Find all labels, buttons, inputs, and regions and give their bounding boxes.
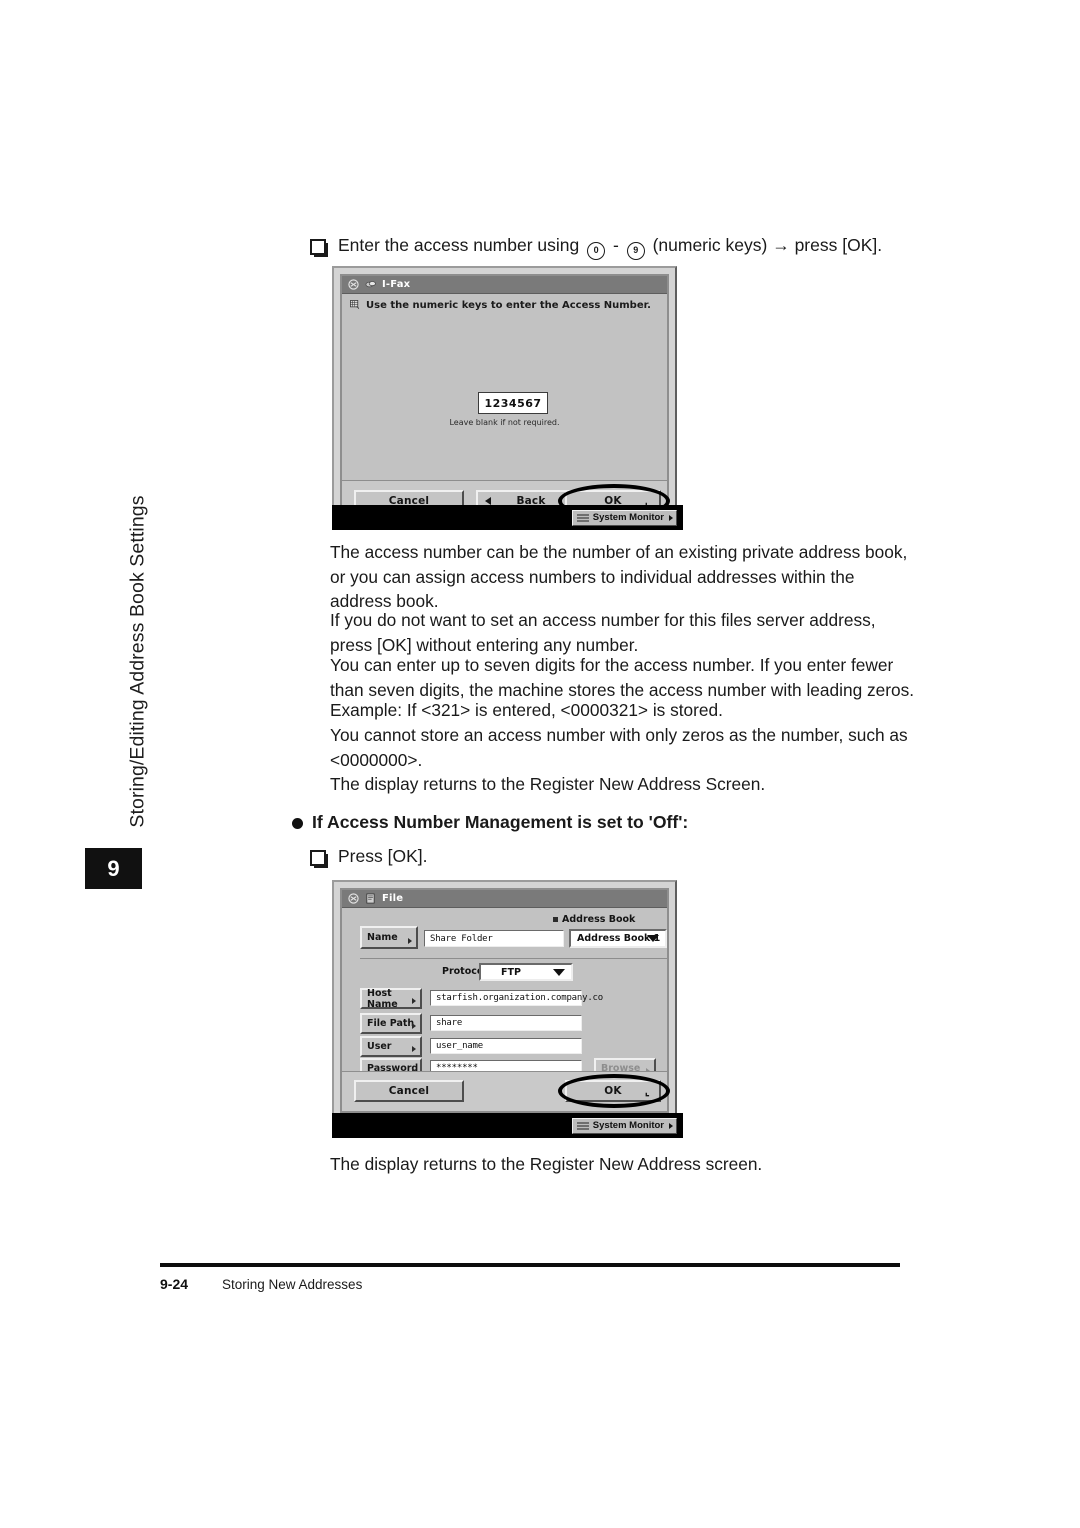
- paragraph-3: You can enter up to seven digits for the…: [330, 655, 915, 700]
- paragraph-5: You cannot store an access number with o…: [330, 725, 908, 770]
- screen1-message: Use the numeric keys to enter the Access…: [366, 300, 651, 311]
- paragraph-2: If you do not want to set an access numb…: [330, 610, 876, 655]
- square-marker-icon: [553, 917, 558, 922]
- address-book-select[interactable]: Address Book 1: [569, 929, 667, 948]
- enter-key-icon-2: ⌞: [644, 1084, 650, 1098]
- address-book-caption-label: Address Book: [562, 914, 636, 925]
- checkbox-bullet-icon: [310, 239, 326, 255]
- chapter-number-tab: 9: [85, 848, 142, 889]
- chapter-title-vertical: Storing/Editing Address Book Settings: [126, 495, 149, 828]
- ok-button-2-label: OK: [604, 1085, 622, 1097]
- screen2-content: Address Book Name Share Folder Address B…: [342, 908, 667, 1079]
- chevron-down-icon: [647, 935, 659, 942]
- chapter-number: 9: [107, 855, 120, 881]
- ifax-icon: [365, 281, 376, 288]
- file-path-key-button[interactable]: File Path: [360, 1013, 422, 1034]
- arrow-right-small-icon-sys2: [669, 1122, 673, 1129]
- file-folder-icon: [366, 893, 375, 904]
- footer-page-number: 9-24: [160, 1276, 189, 1292]
- system-monitor-button[interactable]: System Monitor: [571, 509, 677, 526]
- screen1-status-bar: System Monitor: [332, 505, 683, 530]
- address-book-caption: Address Book: [553, 914, 635, 925]
- user-key-label: User: [367, 1041, 392, 1052]
- screen2-status-bar: System Monitor: [332, 1113, 683, 1138]
- bullet-dot-icon: [292, 818, 303, 829]
- arrow-right-small-icon-path: [412, 1023, 416, 1029]
- screen1-message-row: Use the numeric keys to enter the Access…: [342, 294, 667, 311]
- screen2-button-bar: Cancel OK ⌞: [342, 1071, 670, 1111]
- paragraph-4: Example: If <321> is entered, <0000321> …: [330, 700, 723, 720]
- step-1-text-after: (numeric keys): [652, 235, 768, 255]
- lcd-inner-bezel: I-Fax Use the numeric keys to enter the …: [340, 274, 670, 524]
- system-monitor-icon-2: [576, 1121, 589, 1130]
- cancel-button-2[interactable]: Cancel: [354, 1080, 464, 1102]
- arrow-right-small-icon-user: [412, 1046, 416, 1052]
- access-number-hint: Leave blank if not required.: [449, 418, 560, 427]
- host-name-input[interactable]: starfish.organization.company.co: [430, 990, 603, 1006]
- system-monitor-icon: [576, 513, 589, 522]
- lcd-inner-bezel-2: File Address Book Name Share Folder Addr…: [340, 888, 670, 1113]
- screen2-title: File: [382, 893, 404, 904]
- screen1-title: I-Fax: [382, 279, 411, 290]
- screen2-titlebar: File: [342, 890, 667, 908]
- step-1-text-before: Enter the access number using: [338, 235, 580, 255]
- system-monitor-label: System Monitor: [592, 512, 664, 523]
- ok-button-2[interactable]: OK ⌞: [565, 1080, 661, 1102]
- arrow-right-small-icon-host: [412, 998, 416, 1004]
- keypad-hand-icon: [350, 300, 360, 309]
- screen1-titlebar: I-Fax: [342, 276, 667, 294]
- footer-section-title: Storing New Addresses: [222, 1277, 363, 1292]
- step-1-text-end: press [OK].: [794, 235, 883, 255]
- key-range-dash: -: [613, 235, 619, 255]
- protocol-select[interactable]: FTP: [479, 963, 573, 981]
- arrow-right-small-icon: [669, 514, 673, 521]
- file-path-key-label: File Path: [367, 1018, 415, 1029]
- system-icon: [348, 279, 359, 290]
- lcd-screenshot-ifax: I-Fax Use the numeric keys to enter the …: [332, 266, 677, 526]
- section-heading-label: If Access Number Management is set to 'O…: [312, 812, 689, 832]
- divider: [360, 958, 667, 959]
- step-1-instruction: Enter the access number using 0 - 9 (num…: [310, 234, 930, 260]
- footer-rule: [160, 1263, 900, 1267]
- step-1-text: Enter the access number using 0 - 9 (num…: [338, 234, 882, 260]
- name-input[interactable]: Share Folder: [424, 930, 564, 947]
- paragraph-6: The display returns to the Register New …: [330, 774, 766, 794]
- numeric-key-0-icon: 0: [587, 241, 606, 260]
- name-key-label: Name: [367, 932, 398, 943]
- chevron-down-icon-protocol: [553, 968, 565, 976]
- triangle-left-icon: [485, 497, 491, 505]
- step-2-text: Press [OK].: [338, 846, 428, 866]
- paragraph-7: The display returns to the Register New …: [330, 1154, 763, 1174]
- system-monitor-label-2: System Monitor: [592, 1120, 664, 1131]
- section-heading: If Access Number Management is set to 'O…: [292, 812, 932, 833]
- lcd-screenshot-file: File Address Book Name Share Folder Addr…: [332, 880, 677, 1115]
- step-2-instruction: Press [OK].: [310, 845, 930, 869]
- system-icon-2: [348, 893, 359, 904]
- system-monitor-button-2[interactable]: System Monitor: [571, 1117, 677, 1134]
- arrow-right-small-icon-name: [408, 938, 412, 944]
- screen1-content: Use the numeric keys to enter the Access…: [342, 294, 667, 480]
- arrow-right-icon: →: [772, 235, 790, 255]
- access-number-field[interactable]: 1234567: [478, 392, 548, 414]
- host-name-key-button[interactable]: Host Name: [360, 988, 422, 1010]
- user-key-button[interactable]: User: [360, 1036, 422, 1057]
- name-key-button[interactable]: Name: [360, 926, 418, 949]
- user-input[interactable]: user_name: [430, 1038, 582, 1054]
- paragraph-1: The access number can be the number of a…: [330, 542, 908, 612]
- protocol-value: FTP: [501, 966, 521, 978]
- checkbox-bullet-icon-2: [310, 850, 326, 866]
- numeric-key-9-icon: 9: [626, 241, 645, 260]
- file-path-input[interactable]: share: [430, 1015, 582, 1031]
